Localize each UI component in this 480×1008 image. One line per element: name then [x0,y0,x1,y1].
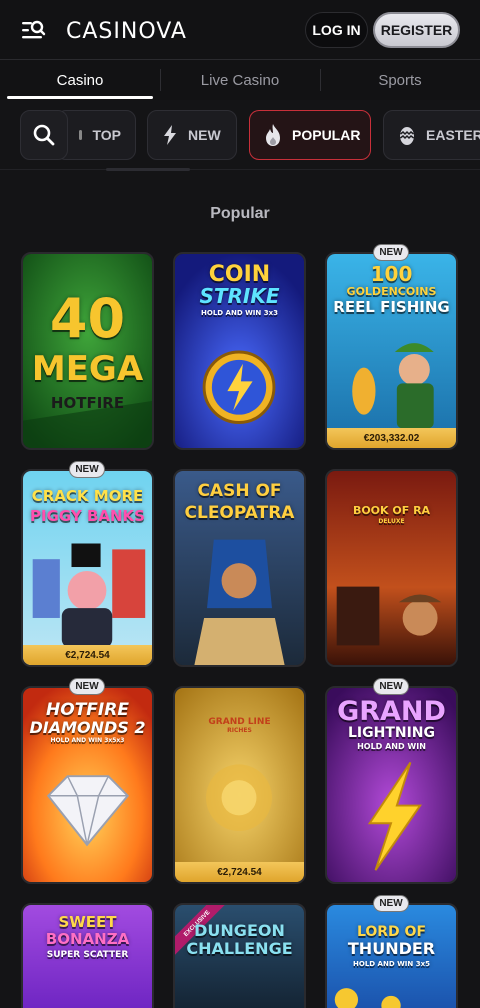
jackpot-amount: €2,724.54 [175,862,304,882]
flame-icon [266,124,280,146]
easter-egg-icon [399,127,415,145]
game-card-40-mega-hotfire[interactable]: 40 MEGA HOTFIRE [21,252,154,450]
top-header: CASINOVA LOG IN REGISTER [0,0,480,60]
game-title: CASH OF [197,481,282,501]
game-card-crack-more-piggy-banks[interactable]: CRACK MORE PIGGY BANKS €2,724.54 [21,469,154,667]
game-art [327,471,456,665]
game-title: PIGGY BANKS [30,507,145,525]
lightning-icon [164,125,176,145]
category-label: TOP [92,127,121,143]
game-subtitle: HOLD AND WIN 3x5x3 [50,737,125,744]
game-subtitle: SUPER SCATTER [46,950,129,960]
game-title: 40 [49,287,126,350]
game-title: REEL FISHING [333,298,450,316]
main-tabs: Casino Live Casino Sports [0,60,480,100]
game-subtitle: HOLD AND WIN 3x3 [201,309,278,317]
game-card-sweet-bonanza[interactable]: SWEET BONANZA SUPER SCATTER [21,903,154,1008]
game-card-coin-strike[interactable]: COIN STRIKE HOLD AND WIN 3x3 [173,252,306,450]
game-title: CHALLENGE [186,939,293,958]
category-label: EASTER [426,127,480,143]
game-title: CRACK MORE [31,487,144,505]
new-badge: NEW [373,244,409,261]
game-subtitle: RICHES [227,727,252,734]
jackpot-amount: €2,724.54 [23,645,152,665]
game-title: DIAMONDS 2 [29,718,146,737]
game-title: DUNGEON [194,921,285,940]
category-popular[interactable]: POPULAR [249,110,371,160]
category-top[interactable]: TOP [56,110,136,160]
game-subtitle: HOLD AND WIN 3x5 [353,960,430,968]
new-badge: NEW [373,895,409,912]
category-bar: TOP NEW POPULAR EASTER [0,100,480,170]
game-card-grand-line-riches[interactable]: GRAND LINE RICHES €2,724.54 [173,686,306,884]
game-title: HOTFIRE [46,700,129,720]
game-title: GOLDENCOINS [346,285,437,298]
game-card-dungeon-challenge[interactable]: EXCLUSIVE DUNGEON CHALLENGE [173,903,306,1008]
category-scroll-indicator[interactable] [106,168,190,171]
new-badge: NEW [69,678,105,695]
game-title: STRIKE [199,284,280,308]
jackpot-amount: €203,332.02 [327,428,456,448]
category-easter[interactable]: EASTER [383,110,480,160]
game-title: MEGA [31,349,144,389]
casinova-logo[interactable]: CASINOVA [66,17,187,45]
game-title: GRAND LINE [208,717,271,727]
game-title: GRAND [337,696,446,727]
login-button[interactable]: LOG IN [305,12,368,48]
section-title: Popular [210,205,270,222]
game-card-reel-fishing[interactable]: 100 GOLDENCOINS REEL FISHING €203,332.02 [325,252,458,450]
game-subtitle: DELUXE [378,518,405,525]
game-title: THUNDER [347,939,436,958]
game-card-lord-of-thunder[interactable]: LORD OF THUNDER HOLD AND WIN 3x5 [325,903,458,1008]
active-tab-indicator [7,96,153,99]
new-badge: NEW [69,461,105,478]
new-badge: NEW [373,678,409,695]
game-card-grand-lightning[interactable]: GRAND LIGHTNING HOLD AND WIN [325,686,458,884]
register-button[interactable]: REGISTER [373,12,460,48]
category-new[interactable]: NEW [147,110,237,160]
search-icon [33,124,55,146]
game-card-cash-of-cleopatra[interactable]: CASH OF CLEOPATRA [173,469,306,667]
game-subtitle: HOTFIRE [50,394,125,412]
tab-casino[interactable]: Casino [7,60,153,100]
game-title: BOOK OF RA [352,504,431,517]
game-title: CLEOPATRA [184,503,295,523]
game-title: COIN [208,262,271,287]
top-icon [79,130,83,140]
category-label: NEW [188,127,221,143]
tab-sports[interactable]: Sports [320,60,480,100]
menu-search-icon[interactable] [20,17,48,43]
game-card-book-of-ra[interactable]: BOOK OF RA DELUXE [325,469,458,667]
search-button[interactable] [20,110,68,160]
game-title: BONANZA [45,930,130,948]
logo-text: CASINOVA [66,18,187,44]
game-title: LORD OF [356,924,427,940]
game-card-hotfire-diamonds-2[interactable]: HOTFIRE DIAMONDS 2 HOLD AND WIN 3x5x3 [21,686,154,884]
game-title: LIGHTNING [347,725,436,741]
category-label: POPULAR [292,127,361,143]
game-subtitle: HOLD AND WIN [357,742,426,751]
tab-live-casino[interactable]: Live Casino [160,60,320,100]
game-title: 100 [370,262,413,286]
game-title: SWEET [58,913,117,931]
